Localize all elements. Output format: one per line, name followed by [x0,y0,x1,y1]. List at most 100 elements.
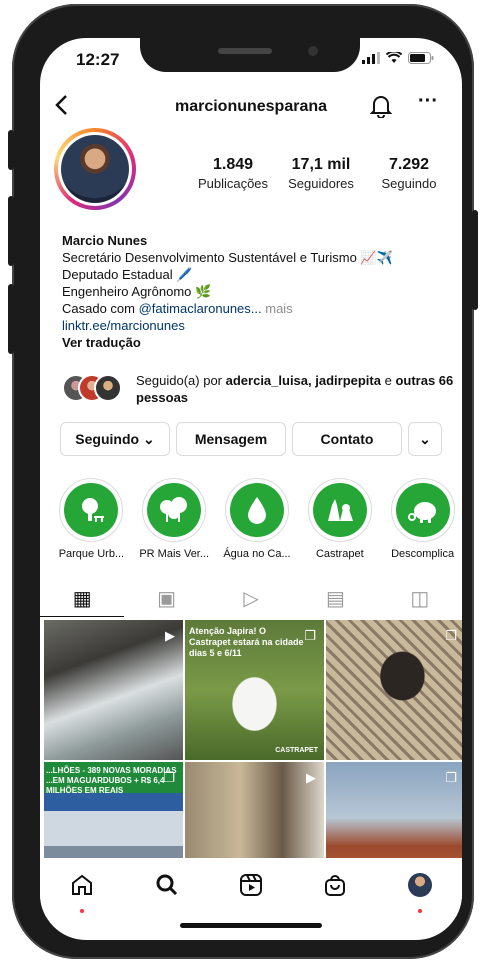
reels-icon: ▣ [157,587,177,610]
tab-video[interactable]: ▷ [209,578,293,618]
status-icons [362,52,434,64]
post-thumbnail[interactable]: Atenção Japira! O Castrapet estará na ci… [185,620,324,760]
highlight-label: Castrapet [315,548,364,560]
nav-home[interactable] [70,873,94,913]
reel-icon: ▶ [306,770,316,785]
suggested-dropdown-button[interactable]: ⌄ [408,422,442,456]
profile-avatar[interactable] [54,128,136,210]
phone-screen: 12:27 marcionunesparana ··· 1.849 Public… [40,38,462,940]
grid-icon: ▦ [72,587,92,610]
bio-line: Secretário Desenvolvimento Sustentável e… [62,250,393,265]
highlight-ring [224,478,289,542]
post-caption: ...LHÕES - 389 NOVAS MORADIAS ...EM MAGU… [46,766,177,795]
post-thumbnail[interactable]: ▶ [185,762,324,858]
nav-shop[interactable] [323,873,347,903]
profile-username: marcionunesparana [174,98,328,115]
followed-by[interactable]: Seguido(a) por adercia_luisa, jadirpepit… [62,372,453,406]
highlight-ring [390,478,455,542]
volume-down-button [8,284,14,354]
tab-tagged[interactable]: ◫ [378,578,462,618]
mute-switch [8,130,14,170]
bio-website-link[interactable]: linktr.ee/marcionunes [62,317,452,334]
home-indicator[interactable] [180,923,322,928]
carousel-icon: ❐ [304,628,316,643]
profile-tabs: ▦ ▣ ▷ ▤ ◫ [40,578,462,618]
stat-label: Seguindo [381,176,437,191]
highlight-item[interactable]: Água no Ca... [218,478,297,568]
bio-mention-link[interactable]: @fatimaclaronunes... [139,301,262,316]
highlight-label: Parque Urb... [58,548,125,560]
followed-by-middle: e [380,373,396,388]
tab-guides[interactable]: ▤ [293,578,377,618]
profile-actions: Seguindo ⌄ Mensagem Contato ⌄ [60,422,450,456]
highlight-item[interactable]: Descomplica [383,478,462,568]
reels-nav-icon [239,874,262,896]
stat-following[interactable]: 7.292 Seguindo [366,156,452,191]
highlight-ring [142,478,207,542]
highlight-label: PR Mais Ver... [139,548,210,560]
castrapet-logo: CASTRAPET [275,747,318,754]
nav-profile[interactable] [407,873,432,913]
bio-line: Deputado Estadual 🖊️ [62,267,193,282]
status-time: 12:27 [76,50,120,69]
stat-label: Publicações [197,176,269,191]
shop-icon [325,875,346,896]
nav-search[interactable] [155,873,179,903]
profile-stats: 1.849 Publicações 17,1 mil Seguidores 7.… [190,156,452,191]
tab-reels[interactable]: ▣ [124,578,208,618]
highlight-ring [59,478,124,542]
post-thumbnail[interactable]: ...LHÕES - 389 NOVAS MORADIAS ...EM MAGU… [44,762,183,858]
followed-by-text: Seguido(a) por adercia_luisa, jadirpepit… [136,372,456,406]
post-thumbnail[interactable]: ❐ [326,762,462,858]
nav-reels[interactable] [239,873,263,903]
video-icon: ▷ [243,587,259,610]
post-thumbnail[interactable]: ▶ [44,620,183,760]
status-bar: 12:27 [40,50,462,74]
stat-label: Seguidores [288,176,354,191]
search-icon [156,874,177,896]
wifi-icon [386,52,402,63]
followed-by-names: adercia_luisa, jadirpepita [225,373,381,388]
followed-by-prefix: Seguido(a) por [136,373,226,388]
more-options-button[interactable]: ··· [418,90,438,113]
notifications-button[interactable] [369,94,393,123]
bio-married-line: Casado com @fatimaclaronunes... mais [62,300,452,317]
highlight-item[interactable]: Castrapet [300,478,379,568]
bio-more-link[interactable]: mais [262,301,292,316]
stat-value: 7.292 [388,156,430,173]
contact-button[interactable]: Contato [292,422,402,456]
piggy-bank-icon [395,483,450,537]
profile-avatar-icon [407,873,432,897]
story-highlights: Parque Urb... PR Mais Ver... Água no Ca.… [52,478,462,568]
translate-bio-link[interactable]: Ver tradução [62,334,452,351]
active-tab-indicator [40,616,124,617]
stat-value: 1.849 [212,156,254,173]
stat-posts[interactable]: 1.849 Publicações [190,156,276,191]
pets-icon [312,483,367,537]
power-button [472,210,478,310]
message-button[interactable]: Mensagem [176,422,286,456]
profile-header: marcionunesparana ··· [40,88,462,128]
highlight-item[interactable]: Parque Urb... [52,478,131,568]
park-icon [64,483,119,537]
highlight-label: Água no Ca... [223,548,291,560]
notification-dot [80,909,85,913]
trees-icon [147,483,202,537]
follower-avatar [94,374,122,402]
battery-icon [408,52,434,64]
stat-value: 17,1 mil [291,156,351,173]
profile-name: Marcio Nunes [62,233,148,248]
notification-dot [417,909,422,913]
following-button[interactable]: Seguindo ⌄ [60,422,170,456]
highlight-ring [307,478,372,542]
highlight-label: Descomplica [391,548,455,560]
avatar-photo [61,135,129,203]
post-thumbnail[interactable]: ❐ [326,620,462,760]
highlight-item[interactable]: PR Mais Ver... [135,478,214,568]
bio-line: Engenheiro Agrônomo 🌿 [62,284,212,299]
tagged-icon: ◫ [410,587,430,610]
bell-icon [369,96,393,119]
stat-followers[interactable]: 17,1 mil Seguidores [278,156,364,191]
tab-grid[interactable]: ▦ [40,578,124,618]
avatar-border [58,132,132,206]
